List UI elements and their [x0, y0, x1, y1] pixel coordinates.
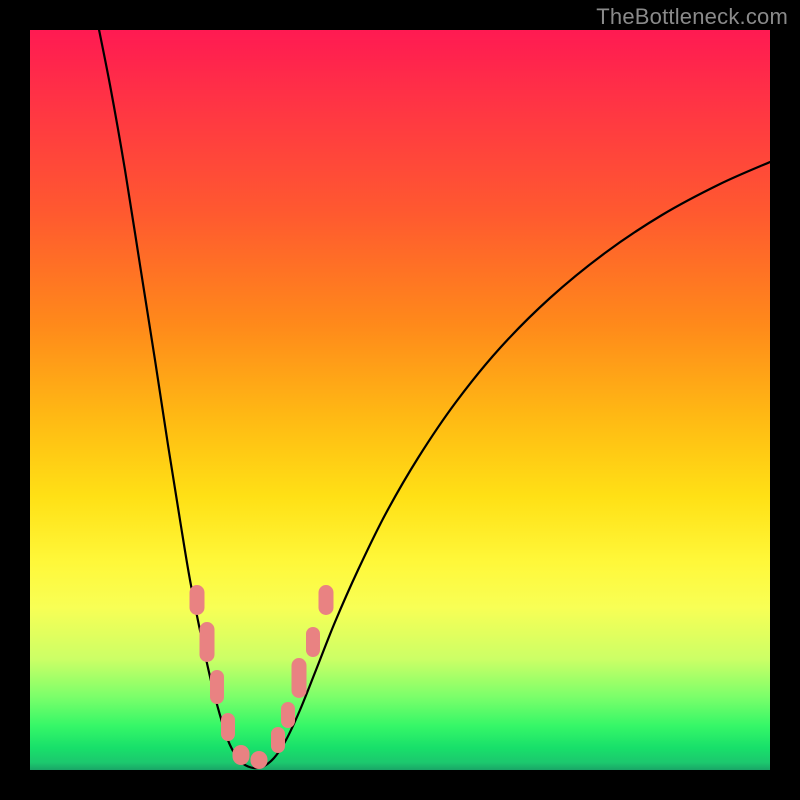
plot-area [30, 30, 770, 770]
chart-frame: TheBottleneck.com [0, 0, 800, 800]
bottom-1 [233, 745, 250, 765]
bottleneck-curve [95, 30, 770, 768]
watermark-text: TheBottleneck.com [596, 4, 788, 30]
right-cluster-4 [306, 627, 320, 657]
left-cluster-1 [190, 585, 205, 615]
right-cluster-5 [319, 585, 334, 615]
markers-group [190, 585, 334, 769]
chart-svg [30, 30, 770, 770]
left-cluster-4 [221, 713, 235, 741]
right-cluster-1 [271, 727, 285, 753]
left-cluster-3 [210, 670, 224, 704]
bottom-2 [251, 751, 268, 769]
right-cluster-3 [292, 658, 307, 698]
left-cluster-2 [200, 622, 215, 662]
right-cluster-2 [281, 702, 295, 728]
